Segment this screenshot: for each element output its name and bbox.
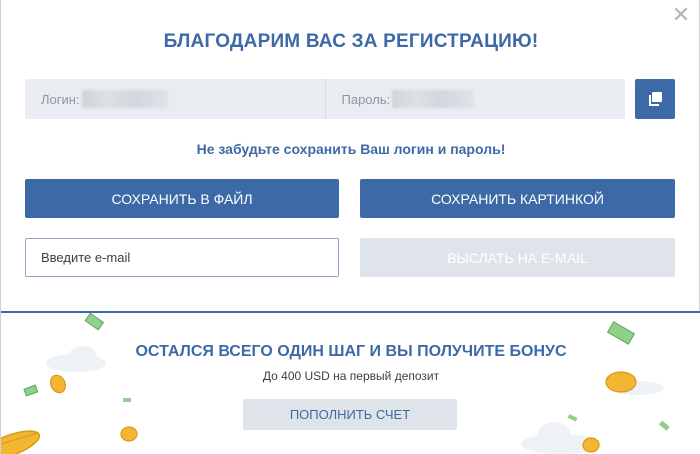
- bonus-subtitle: До 400 USD на первый депозит: [262, 369, 440, 383]
- coin-stack-icon: [1, 430, 41, 454]
- password-cell: Пароль:: [324, 79, 626, 119]
- modal-title: БЛАГОДАРИМ ВАС ЗА РЕГИСТРАЦИЮ!: [163, 31, 539, 52]
- coin-icon: [582, 437, 600, 453]
- copy-icon: [649, 92, 662, 106]
- send-email-button[interactable]: ВЫСЛАТЬ НА E-MAIL: [360, 238, 675, 277]
- credentials-panel: Логин: Пароль:: [25, 79, 625, 119]
- close-icon[interactable]: ✕: [671, 4, 691, 26]
- deposit-button[interactable]: ПОПОЛНИТЬ СЧЕТ: [243, 399, 457, 430]
- registration-modal: ✕ БЛАГОДАРИМ ВАС ЗА РЕГИСТРАЦИЮ! Логин: …: [0, 0, 700, 454]
- banknote-icon: [23, 384, 39, 397]
- save-to-file-button[interactable]: СОХРАНИТЬ В ФАЙЛ: [25, 179, 339, 218]
- login-label: Логин:: [41, 91, 80, 107]
- banknote-icon: [123, 398, 131, 402]
- password-value-blurred: [392, 90, 475, 108]
- login-value-blurred: [81, 90, 168, 108]
- login-cell: Логин:: [25, 79, 325, 119]
- banknote-icon: [84, 313, 105, 331]
- bonus-title: ОСТАЛСЯ ВСЕГО ОДИН ШАГ И ВЫ ПОЛУЧИТЕ БОН…: [135, 343, 567, 360]
- bonus-banner: ОСТАЛСЯ ВСЕГО ОДИН ШАГ И ВЫ ПОЛУЧИТЕ БОН…: [1, 313, 700, 454]
- email-input[interactable]: [25, 238, 339, 277]
- save-reminder: Не забудьте сохранить Ваш логин и пароль…: [196, 141, 506, 157]
- copy-button[interactable]: [635, 79, 675, 119]
- banknote-icon: [567, 414, 578, 422]
- password-label: Пароль:: [341, 91, 391, 107]
- coin-icon: [120, 426, 138, 442]
- save-as-image-button[interactable]: СОХРАНИТЬ КАРТИНКОЙ: [360, 179, 675, 218]
- banknote-icon: [658, 420, 670, 431]
